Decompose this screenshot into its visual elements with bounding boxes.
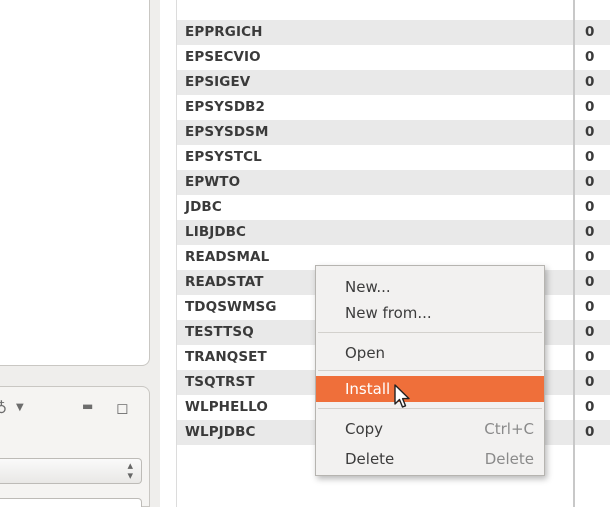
table-row[interactable]: EPPRGICH 0 <box>177 20 610 45</box>
menu-item-shortcut: Delete <box>484 450 534 468</box>
resource-name-cell: TSQTRST <box>185 374 255 390</box>
resource-name-cell: TESTTSQ <box>185 324 254 340</box>
filter-combo[interactable]: ▴ ▾ <box>0 458 142 484</box>
maximize-icon[interactable]: ◻ <box>116 395 128 421</box>
context-menu: New... New from... Open Install Copy Ctr… <box>315 265 545 476</box>
view-menu-icon[interactable]: ♁ <box>0 395 7 421</box>
resource-name-cell: EPSYSDSM <box>185 124 269 140</box>
menu-item-open[interactable]: Open <box>316 340 544 366</box>
menu-item-label: New... <box>345 278 391 296</box>
table-row[interactable]: EPSYSDSM 0 <box>177 120 610 145</box>
resource-count-cell: 0 <box>585 349 595 365</box>
table-row[interactable]: LIBJDBC 0 <box>177 220 610 245</box>
resource-count-cell: 0 <box>585 399 595 415</box>
resource-name-cell: LIBJDBC <box>185 224 247 240</box>
resource-name-cell: WLPJDBC <box>185 424 256 440</box>
menu-item-label: Install <box>345 380 391 398</box>
minimize-icon[interactable]: ▬ <box>82 393 93 419</box>
menu-item-label: Delete <box>345 450 395 468</box>
left-top-view <box>0 0 150 366</box>
resource-name-cell: EPSIGEV <box>185 74 251 90</box>
menu-item-install[interactable]: Install <box>316 376 544 402</box>
resource-count-cell: 0 <box>585 124 595 140</box>
menu-item-copy[interactable]: Copy Ctrl+C <box>316 416 544 442</box>
resource-name-cell: TRANQSET <box>185 349 267 365</box>
resource-count-cell: 0 <box>585 199 595 215</box>
resource-name-cell: EPSYSDB2 <box>185 99 266 115</box>
table-row[interactable]: EPWTO 0 <box>177 170 610 195</box>
menu-item-label: Open <box>345 344 386 362</box>
menu-item-new-from[interactable]: New from... <box>316 300 544 326</box>
left-field[interactable] <box>0 498 142 507</box>
view-toolbar: ♁ ▼ ▬ ◻ <box>0 395 150 421</box>
resource-count-cell: 0 <box>585 149 595 165</box>
resource-name-cell: JDBC <box>185 199 222 215</box>
column-divider[interactable] <box>573 0 575 507</box>
menu-item-shortcut: Ctrl+C <box>484 420 534 438</box>
resource-count-cell: 0 <box>585 24 595 40</box>
resource-count-cell: 0 <box>585 374 595 390</box>
table-row[interactable]: EPSYSTCL 0 <box>177 145 610 170</box>
table-row[interactable]: JDBC 0 <box>177 195 610 220</box>
resource-name-cell: EPWTO <box>185 174 241 190</box>
dropdown-arrow-icon[interactable]: ▼ <box>16 395 24 421</box>
resource-count-cell: 0 <box>585 324 595 340</box>
table-row[interactable]: EPSIGEV 0 <box>177 70 610 95</box>
table-row[interactable] <box>177 0 610 20</box>
menu-separator <box>318 408 542 409</box>
resource-count-cell: 0 <box>585 299 595 315</box>
resource-count-cell: 0 <box>585 249 595 265</box>
combo-arrows-icon: ▴ ▾ <box>127 459 133 482</box>
resource-name-cell: EPSYSTCL <box>185 149 262 165</box>
resource-count-cell: 0 <box>585 74 595 90</box>
resource-count-cell: 0 <box>585 49 595 65</box>
resource-count-cell: 0 <box>585 224 595 240</box>
resource-name-cell: READSMAL <box>185 249 270 265</box>
mouse-pointer-icon <box>394 384 410 408</box>
resource-name-cell: READSTAT <box>185 274 264 290</box>
resource-name-cell: WLPHELLO <box>185 399 268 415</box>
table-row[interactable]: EPSECVIO 0 <box>177 45 610 70</box>
resource-count-cell: 0 <box>585 274 595 290</box>
resource-name-cell: TDQSWMSG <box>185 299 277 315</box>
menu-item-label: New from... <box>345 304 432 322</box>
resource-name-cell: EPSECVIO <box>185 49 261 65</box>
menu-item-new[interactable]: New... <box>316 274 544 300</box>
menu-separator <box>318 332 542 333</box>
table-row[interactable]: EPSYSDB2 0 <box>177 95 610 120</box>
menu-item-label: Copy <box>345 420 384 438</box>
resource-name-cell: EPPRGICH <box>185 24 263 40</box>
menu-item-delete[interactable]: Delete Delete <box>316 446 544 472</box>
left-pane: ♁ ▼ ▬ ◻ ▴ ▾ <box>0 0 160 507</box>
resource-count-cell: 0 <box>585 174 595 190</box>
resource-count-cell: 0 <box>585 99 595 115</box>
menu-separator <box>318 370 542 371</box>
resource-count-cell: 0 <box>585 424 595 440</box>
